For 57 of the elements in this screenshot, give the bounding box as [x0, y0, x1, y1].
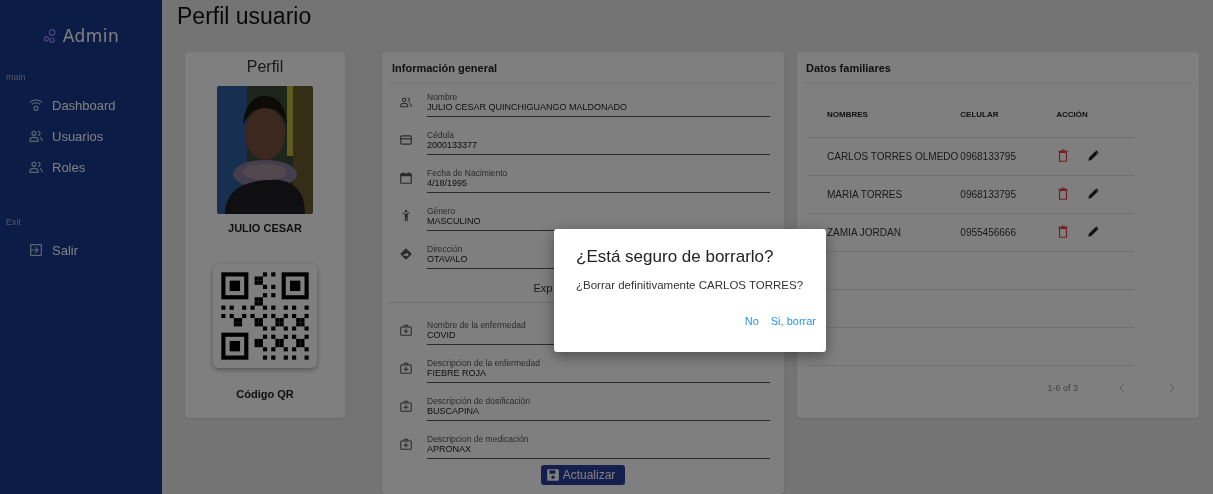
table-cell: 0968133795: [959, 175, 1056, 214]
nav-label: Roles: [52, 159, 86, 175]
nav-label: Dashboard: [52, 97, 116, 113]
medical-case-icon: [399, 399, 413, 413]
text-field[interactable]: Descripción de dosificación BUSCAPINA: [427, 391, 770, 421]
delete-icon[interactable]: [1056, 187, 1071, 201]
expander-label[interactable]: Exp: [533, 281, 553, 294]
nav-label: Salir: [52, 242, 78, 258]
people-icon: [28, 128, 44, 144]
edit-icon[interactable]: [1086, 187, 1101, 201]
user-name: JULIO CESAR: [228, 222, 302, 234]
logo-icon: [42, 28, 57, 44]
nav-item[interactable]: Salir: [0, 235, 162, 266]
edit-icon[interactable]: [1086, 149, 1101, 163]
dialog-title: ¿Está seguro de borrarlo?: [576, 247, 775, 267]
column-header: NOMBRES: [808, 92, 960, 137]
column-header: CELULAR: [959, 92, 1056, 137]
medical-case-icon: [399, 323, 413, 337]
exit-icon: [28, 242, 44, 258]
people-icon: [399, 95, 413, 109]
section-heading: Exit: [5, 217, 22, 227]
table-cell: 0968133795: [959, 137, 1056, 176]
direction-icon: [399, 247, 413, 261]
table-cell: MARIA TORRES: [808, 175, 960, 214]
table-cell: CARLOS TORRES OLMEDO: [808, 137, 960, 176]
card-title: Información general: [389, 52, 777, 83]
text-field[interactable]: Nombre JULIO CESAR QUINCHIGUANGO MALDONADO: [427, 87, 770, 117]
column-header: ACCIÓN: [1055, 92, 1132, 137]
page-title: Perfil usuario: [177, 2, 313, 31]
dialog-button[interactable]: No: [738, 311, 765, 331]
dialog-message: ¿Borrar definitivamente CARLOS TORRES?: [576, 279, 805, 291]
qr-caption: Código QR: [236, 388, 294, 400]
medical-case-icon: [399, 361, 413, 375]
dialog-button[interactable]: Si, borrar: [764, 311, 822, 331]
card-title: Perfil: [246, 58, 284, 76]
text-field[interactable]: Cédula 2000133377: [427, 125, 770, 155]
people-icon: [28, 159, 44, 175]
nav-item[interactable]: Roles: [0, 152, 162, 183]
card-title: Datos familiares: [803, 52, 1193, 83]
update-button[interactable]: Actualizar: [540, 465, 626, 485]
medical-case-icon: [399, 437, 413, 451]
edit-icon[interactable]: [1086, 225, 1101, 239]
text-field[interactable]: Fecha de Nacimiento 4/18/1995: [427, 163, 770, 193]
delete-icon[interactable]: [1056, 225, 1071, 239]
calendar-icon: [399, 171, 413, 185]
wifi-icon: [28, 97, 44, 113]
text-field[interactable]: Descripcion de la enfermedad FIEBRE ROJA: [427, 353, 770, 383]
section-heading: main: [5, 72, 27, 82]
nav-label: Usuarios: [52, 128, 104, 144]
table-cell: 0955456666: [959, 213, 1056, 252]
logo-text: Admin: [62, 26, 120, 46]
delete-icon[interactable]: [1056, 149, 1071, 163]
save-icon: [545, 468, 560, 482]
text-field[interactable]: Descripcion de medicación APRONAX: [427, 429, 770, 459]
card-icon: [399, 133, 413, 147]
nav-item[interactable]: Usuarios: [0, 121, 162, 152]
nav-item[interactable]: Dashboard: [0, 90, 162, 121]
